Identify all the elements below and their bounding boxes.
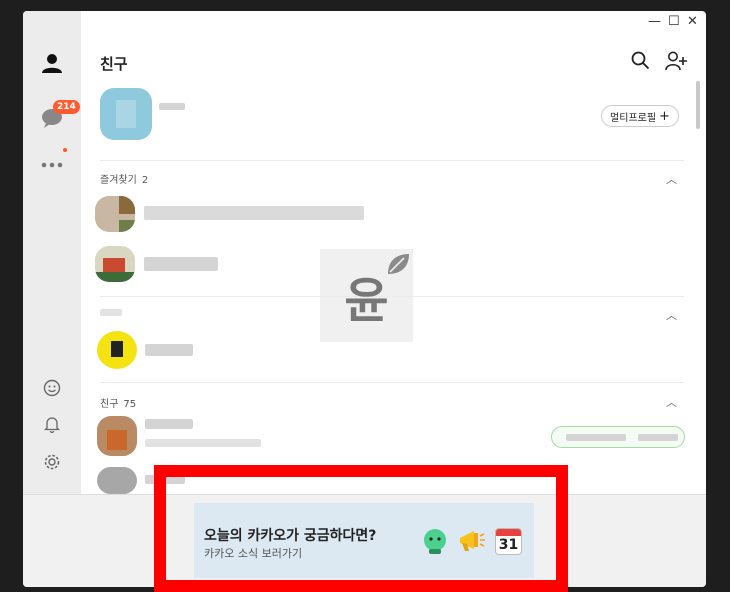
chevron-up-icon[interactable]: ︿ [666, 171, 677, 187]
status-music-text [638, 434, 678, 441]
status-music-pill[interactable] [551, 426, 685, 448]
list-item-avatar[interactable] [95, 196, 135, 232]
list-item-name [145, 344, 193, 356]
leaf-icon [385, 251, 411, 281]
chevron-up-icon[interactable]: ︿ [666, 394, 677, 410]
list-item-status [145, 439, 261, 447]
list-item-name [144, 206, 364, 220]
status-music-text [566, 434, 626, 441]
scrollbar[interactable] [696, 81, 700, 129]
list-item-avatar[interactable] [97, 467, 137, 494]
friends-section-header: 친구 75 [100, 395, 136, 410]
watermark-text: 윤 [344, 272, 389, 329]
favorites-label: 즐겨찾기 [100, 175, 137, 186]
more-icon[interactable] [37, 150, 67, 180]
page-title: 친구 [100, 55, 128, 73]
add-friend-icon[interactable] [665, 51, 688, 75]
gear-icon[interactable] [37, 447, 67, 477]
favorites-section-header: 즐겨찾기 2 [100, 171, 148, 186]
my-profile-name [159, 103, 185, 110]
my-profile-avatar[interactable] [100, 88, 152, 140]
plus-icon: + [659, 108, 670, 124]
minimize-icon[interactable]: — [648, 15, 661, 29]
sidebar: 214 [23, 11, 81, 494]
highlight-box [154, 465, 568, 592]
maximize-icon[interactable]: ☐ [668, 15, 680, 29]
list-item-name [145, 419, 193, 429]
chat-badge: 214 [53, 100, 80, 114]
person-icon[interactable] [37, 48, 67, 78]
list-item-avatar[interactable] [97, 331, 137, 369]
favorites-count: 2 [141, 175, 149, 186]
bell-icon[interactable] [37, 409, 67, 439]
list-item-avatar[interactable] [95, 246, 135, 282]
divider [100, 382, 684, 383]
notification-dot [63, 148, 67, 152]
friends-label: 친구 [100, 399, 119, 410]
section-header-blurred [100, 309, 122, 316]
search-icon[interactable] [631, 51, 650, 74]
multi-profile-label: 멀티프로필 [610, 112, 657, 124]
chevron-up-icon[interactable]: ︿ [666, 307, 677, 323]
multi-profile-button[interactable]: 멀티프로필 + [601, 105, 679, 127]
watermark: 윤 [320, 249, 413, 342]
emoji-icon[interactable] [37, 373, 67, 403]
close-icon[interactable]: ✕ [687, 15, 698, 29]
divider [100, 160, 684, 161]
list-item-avatar[interactable] [97, 416, 137, 456]
list-item-name [144, 257, 218, 271]
friends-count: 75 [123, 399, 137, 410]
